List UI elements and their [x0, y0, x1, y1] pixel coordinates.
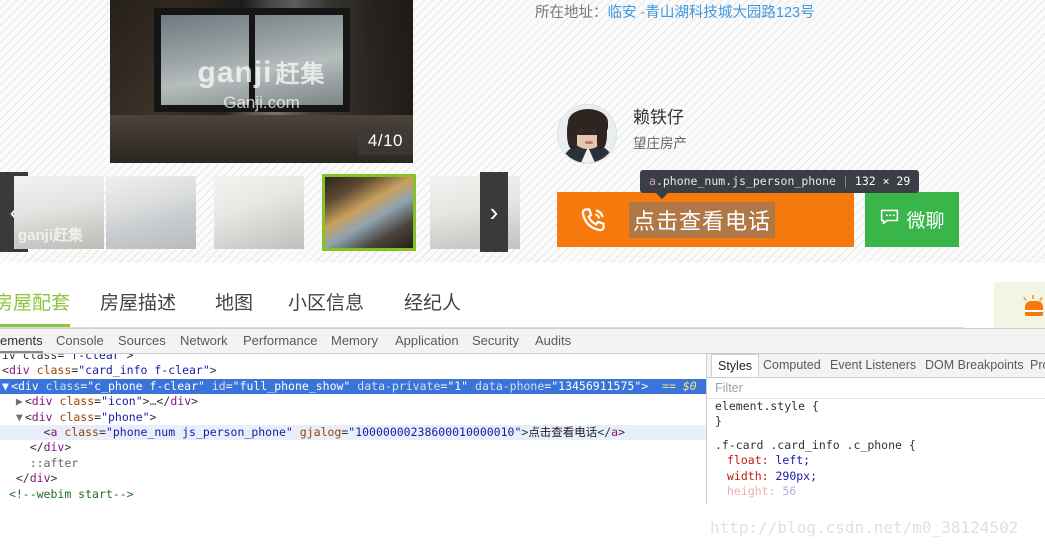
style-prop-width[interactable]: width: 290px; — [715, 469, 1045, 484]
blog-watermark: http://blog.csdn.net/m0_38124502 — [710, 518, 1019, 537]
element-inspector-tooltip: a.phone_num.js_person_phone | 132 × 29 — [640, 170, 920, 199]
agent-block: 赖铁仔 望庄房产 — [557, 104, 977, 168]
style-rule-selector[interactable]: element.style { — [715, 399, 1045, 414]
style-rule-close: } — [715, 414, 722, 429]
tab-housing-description[interactable]: 房屋描述 — [100, 280, 176, 327]
styles-tab-styles[interactable]: Styles — [711, 354, 760, 377]
photo-counter: 4/10 — [357, 127, 413, 155]
style-rule-selector-2[interactable]: .f-card .card_info .c_phone { — [715, 438, 1045, 453]
phone-icon — [557, 205, 629, 235]
address-detail-link[interactable]: 青山湖科技城大园路123号 — [645, 5, 814, 21]
devtools-tab-memory[interactable]: Memory — [331, 329, 378, 353]
tab-housing-facilities[interactable]: 房屋配套 — [0, 280, 71, 327]
chat-bubble-icon — [879, 208, 900, 232]
style-spacer — [715, 430, 1045, 438]
devtools-tabbar: ements Console Sources Network Performan… — [0, 329, 1045, 354]
dom-tree-pane[interactable]: iv class="f-clear"> <div class="card_inf… — [0, 354, 706, 504]
styles-tab-event-listeners[interactable]: Event Listeners — [830, 354, 916, 377]
dom-line[interactable]: ▼ <div class="phone"> — [0, 410, 706, 425]
webpage-region: ganji赶集 Ganji.com 4/10 ‹ ganji赶集 › 所在地址：… — [0, 0, 1045, 328]
styles-pane: Styles Computed Event Listeners DOM Brea… — [706, 354, 1045, 504]
agent-name: 赖铁仔 — [633, 108, 684, 127]
thumbnail-4-selected[interactable] — [322, 174, 416, 251]
tooltip-divider: | — [841, 174, 849, 188]
devtools-tab-network[interactable]: Network — [180, 329, 228, 353]
styles-tab-properties[interactable]: Prop — [1030, 354, 1045, 377]
photo-window-detail — [154, 8, 350, 112]
view-phone-button[interactable]: 点击查看电话 — [557, 192, 854, 247]
agent-avatar[interactable] — [557, 104, 617, 164]
dom-line[interactable]: </div> — [0, 440, 706, 455]
tooltip-dimensions: 132 × 29 — [854, 174, 911, 188]
alert-badge-icon[interactable] — [1023, 295, 1045, 316]
devtools-tab-application[interactable]: Application — [395, 329, 459, 353]
dom-line[interactable]: ::after — [0, 456, 706, 471]
dom-line[interactable]: <div class="card_info f-clear"> — [0, 363, 706, 378]
view-phone-label: 点击查看电话 — [629, 201, 776, 238]
style-prop-float[interactable]: float: left; — [715, 453, 1045, 468]
devtools-tab-console[interactable]: Console — [56, 329, 104, 353]
next-photo-arrow[interactable]: › — [480, 172, 508, 252]
tab-map[interactable]: 地图 — [215, 280, 253, 327]
agent-company: 望庄房产 — [633, 136, 687, 151]
wechat-chat-button[interactable]: 微聊 — [865, 192, 959, 247]
styles-rules-body[interactable]: element.style { } .f-card .card_info .c_… — [707, 399, 1045, 504]
side-panel — [964, 280, 1045, 328]
devtools-tab-sources[interactable]: Sources — [118, 329, 166, 353]
tooltip-tag: a — [649, 174, 656, 188]
dom-line[interactable]: </div> — [0, 471, 706, 486]
devtools-tab-audits[interactable]: Audits — [535, 329, 571, 353]
styles-filter-input[interactable]: Filter — [707, 378, 1045, 399]
devtools-tab-elements[interactable]: ements — [0, 329, 43, 353]
dom-line[interactable]: iv class="f-clear"> — [0, 354, 706, 363]
thumbnail-3[interactable] — [214, 176, 304, 249]
styles-tab-computed[interactable]: Computed — [763, 354, 821, 377]
address-label: 所在地址： — [535, 5, 608, 21]
screenshot-root: ganji赶集 Ganji.com 4/10 ‹ ganji赶集 › 所在地址：… — [0, 0, 1045, 550]
section-tabbar: 房屋配套 房屋描述 地图 小区信息 经纪人 — [0, 280, 964, 328]
thumbnail-2[interactable] — [106, 176, 196, 249]
address-row: 所在地址：临安 -青山湖科技城大园路123号 — [535, 0, 815, 26]
side-panel-inner — [994, 282, 1045, 328]
styles-tabbar: Styles Computed Event Listeners DOM Brea… — [707, 354, 1045, 378]
thumbnail-strip: ‹ ganji赶集 › — [0, 172, 540, 252]
styles-tab-dom-breakpoints[interactable]: DOM Breakpoints — [925, 354, 1024, 377]
address-city-link[interactable]: 临安 — [608, 5, 637, 21]
devtools-tab-security[interactable]: Security — [472, 329, 519, 353]
devtools-tab-performance[interactable]: Performance — [243, 329, 317, 353]
thumbnail-watermark: ganji赶集 — [18, 227, 84, 244]
style-prop-height[interactable]: height: 56 — [715, 484, 1045, 499]
dom-line-selected[interactable]: ▼ <div class="c_phone f-clear" id="full_p… — [0, 378, 706, 395]
dom-line[interactable]: <!--webim start--> — [0, 487, 706, 502]
dom-line[interactable]: ▶ <div class="icon">…</div> — [0, 394, 706, 409]
tooltip-classes: .phone_num.js_person_phone — [655, 174, 836, 188]
gallery-main-photo[interactable]: ganji 赶集 Ganji.com 4/10 — [110, 0, 413, 163]
tab-agent[interactable]: 经纪人 — [404, 280, 461, 327]
wechat-chat-label: 微聊 — [906, 211, 945, 232]
thumbnail-1[interactable]: ganji赶集 — [14, 176, 104, 249]
dom-line-hovered[interactable]: <a class="phone_num js_person_phone" gja… — [0, 424, 706, 441]
devtools-panel: ements Console Sources Network Performan… — [0, 328, 1045, 504]
tab-community-info[interactable]: 小区信息 — [288, 280, 364, 327]
